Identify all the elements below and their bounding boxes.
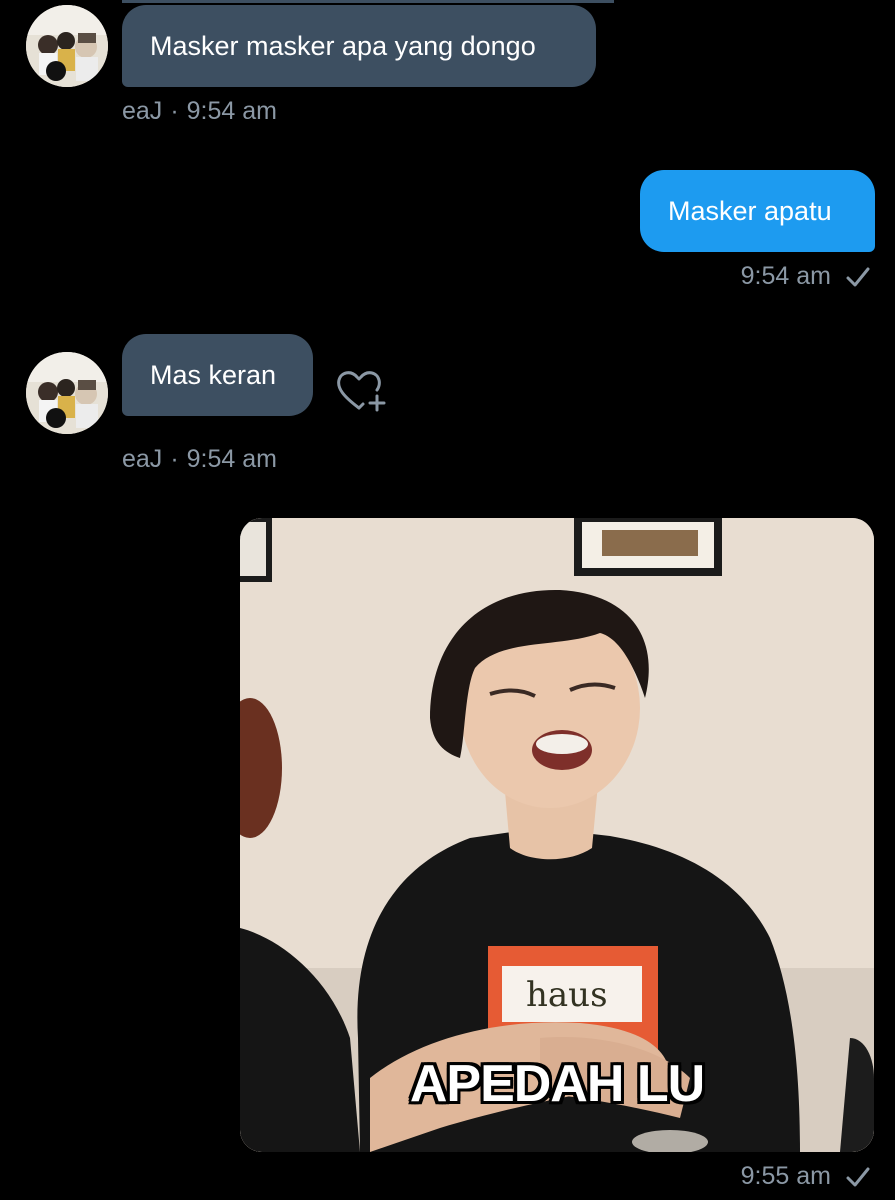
check-icon [846, 1167, 870, 1186]
heart-plus-icon[interactable] [333, 364, 387, 418]
message-meta: 9:55 am [741, 1162, 871, 1191]
message-time: 9:54 am [186, 97, 277, 125]
message-time: 9:54 am [740, 262, 831, 290]
message-text: Mas keran [150, 360, 277, 390]
meme-caption: APEDAH LU [409, 1055, 705, 1113]
avatar[interactable] [26, 5, 108, 87]
shirt-text: haus [526, 975, 608, 1015]
message-time: 9:55 am [740, 1162, 831, 1190]
message-text: Masker apatu [668, 196, 832, 226]
message-bubble-outgoing[interactable]: Masker apatu [640, 170, 875, 252]
message-bubble-incoming[interactable]: Masker masker apa yang dongo [122, 5, 596, 87]
message-meta: eaJ · 9:54 am [122, 445, 277, 474]
group-photo-avatar-image [26, 352, 108, 434]
check-icon [846, 267, 870, 286]
meta-separator: · [170, 97, 179, 125]
message-meta: 9:54 am [741, 262, 871, 291]
message-bubble-incoming[interactable]: Mas keran [122, 334, 313, 416]
image-message[interactable]: haus APEDAH LU [240, 518, 874, 1152]
message-time: 9:54 am [186, 445, 277, 473]
avatar[interactable] [26, 352, 108, 434]
meta-separator: · [170, 445, 179, 473]
previous-bubble-edge [122, 0, 614, 3]
group-photo-avatar-image [26, 5, 108, 87]
message-text: Masker masker apa yang dongo [150, 31, 536, 61]
sender-name: eaJ [122, 97, 163, 125]
sender-name: eaJ [122, 445, 163, 473]
message-meta: eaJ · 9:54 am [122, 97, 277, 126]
